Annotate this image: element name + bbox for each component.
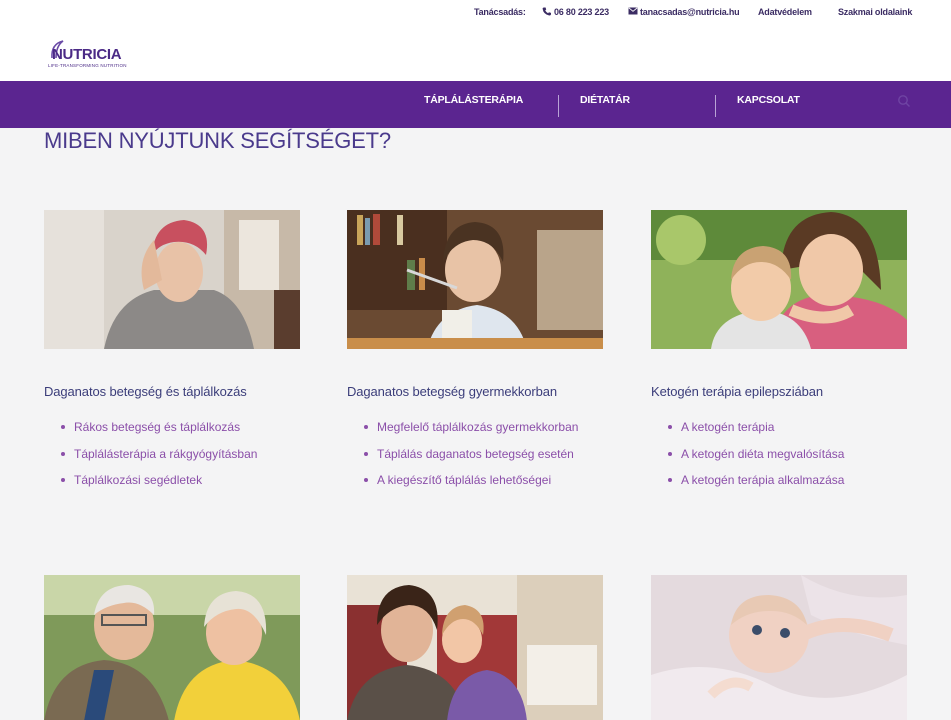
phone-icon: [542, 7, 552, 16]
card-image-baby[interactable]: [651, 575, 907, 720]
phone-number: 06 80 223 223: [554, 6, 609, 17]
logo-wordmark: NUTRICIA: [52, 46, 122, 63]
professional-sites-text: Szakmai oldalaink: [838, 6, 913, 17]
list-item-link[interactable]: Táplálás daganatos betegség esetén: [364, 447, 578, 474]
top-header: Tanácsadás: 06 80 223 223 tanacsadas@nut…: [0, 0, 951, 81]
search-icon[interactable]: [897, 94, 911, 108]
professional-sites-link[interactable]: Szakmai oldalaink: [838, 6, 912, 17]
advice-label-text: Tanácsadás:: [474, 6, 526, 17]
email-link[interactable]: tanacsadas@nutricia.hu: [628, 6, 740, 17]
privacy-link[interactable]: Adatvédelem: [758, 6, 812, 17]
email-address: tanacsadas@nutricia.hu: [640, 6, 740, 17]
nav-item-taplalasterapia[interactable]: TÁPLÁLÁSTERÁPIA: [424, 94, 523, 106]
phone-link[interactable]: 06 80 223 223: [542, 6, 609, 17]
card-image-mother-child[interactable]: [347, 575, 603, 720]
nav-item-dietatar[interactable]: DIÉTATÁR: [580, 94, 630, 106]
nav-item-kapcsolat[interactable]: KAPCSOLAT: [737, 94, 800, 106]
page-title: MIBEN NYÚJTUNK SEGÍTSÉGET?: [44, 128, 391, 153]
list-item-link[interactable]: A ketogén terápia: [668, 420, 844, 447]
card-title[interactable]: Ketogén terápia epilepsziában: [651, 384, 823, 399]
card-image-child-eating[interactable]: [347, 210, 603, 349]
list-item-link[interactable]: Táplálkozási segédletek: [61, 473, 257, 500]
envelope-icon: [628, 7, 638, 16]
card-image-woman-headscarf[interactable]: [44, 210, 300, 349]
logo-tagline: LIFE-TRANSFORMING NUTRITION: [48, 63, 127, 68]
list-item-link[interactable]: A ketogén diéta megvalósítása: [668, 447, 844, 474]
list-item-link[interactable]: Táplálásterápia a rákgyógyításban: [61, 447, 257, 474]
card-image-children-hugging[interactable]: [651, 210, 907, 349]
nav-divider: [715, 95, 716, 117]
privacy-link-text: Adatvédelem: [758, 6, 812, 17]
card-link-list: Rákos betegség és táplálkozás Tápláláste…: [61, 420, 257, 500]
list-item-link[interactable]: A ketogén terápia alkalmazása: [668, 473, 844, 500]
nav-divider: [558, 95, 559, 117]
main-nav: TÁPLÁLÁSTERÁPIA DIÉTATÁR KAPCSOLAT: [0, 81, 951, 128]
nutricia-logo[interactable]: NUTRICIA LIFE-TRANSFORMING NUTRITION: [46, 38, 126, 70]
advice-label: Tanácsadás:: [474, 6, 526, 17]
list-item-link[interactable]: Rákos betegség és táplálkozás: [61, 420, 257, 447]
card-image-elderly-couple[interactable]: [44, 575, 300, 720]
card-link-list: Megfelelő táplálkozás gyermekkorban Tápl…: [364, 420, 578, 500]
list-item-link[interactable]: Megfelelő táplálkozás gyermekkorban: [364, 420, 578, 447]
list-item-link[interactable]: A kiegészítő táplálás lehetőségei: [364, 473, 578, 500]
card-title[interactable]: Daganatos betegség gyermekkorban: [347, 384, 557, 399]
card-title[interactable]: Daganatos betegség és táplálkozás: [44, 384, 247, 399]
card-link-list: A ketogén terápia A ketogén diéta megval…: [668, 420, 844, 500]
